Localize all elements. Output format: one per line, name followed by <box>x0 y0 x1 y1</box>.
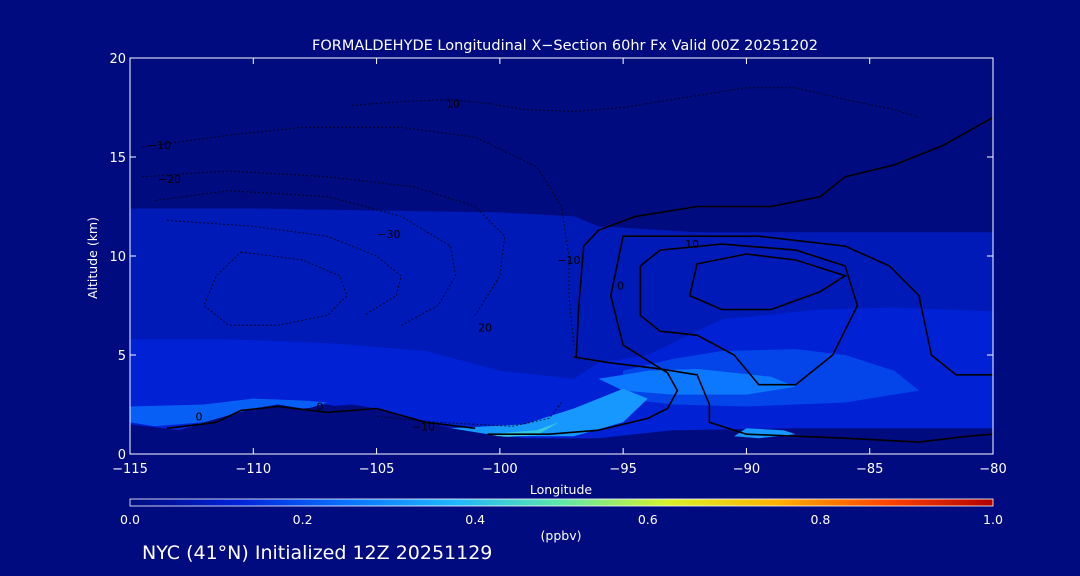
contour-label-5: 0 <box>617 280 624 293</box>
colorbar-tick-label: 0.0 <box>120 512 140 527</box>
x-tick-label: −100 <box>482 462 518 477</box>
contour-label-7: 20 <box>478 321 492 334</box>
x-tick-label: −85 <box>856 462 883 477</box>
x-tick-label: −105 <box>359 462 395 477</box>
colorbar-tick-label: 1.0 <box>983 512 1003 527</box>
footer-caption: NYC (41°N) Initialized 12Z 20251129 <box>142 542 493 564</box>
colorbar-label: (ppbv) <box>541 528 582 543</box>
concentration-field <box>130 208 993 439</box>
x-tick-label: −90 <box>733 462 760 477</box>
x-tick-label: −115 <box>112 462 148 477</box>
y-tick-label: 20 <box>109 52 126 67</box>
cross-section-chart: FORMALDEHYDE Longitudinal X−Section 60hr… <box>85 38 1007 543</box>
colorbar-tick-label: 0.8 <box>810 512 830 527</box>
contour-label-6: 10 <box>685 238 699 251</box>
y-tick-label: 5 <box>118 349 126 364</box>
colorbar-tick-label: 0.6 <box>638 512 658 527</box>
contour-label-3: −30 <box>377 228 400 241</box>
contour-label-4: −10 <box>557 254 580 267</box>
y-tick-label: 15 <box>109 151 126 166</box>
contour-label-8: 0 <box>196 410 203 423</box>
x-tick-label: −95 <box>609 462 636 477</box>
colorbar <box>129 498 994 507</box>
colorbar-tick-label: 0.4 <box>465 512 485 527</box>
x-tick-label: −80 <box>979 462 1006 477</box>
y-axis-label: Altitude (km) <box>85 217 100 299</box>
contour-label-1: −10 <box>148 139 171 152</box>
contour-label-9: 0 <box>316 400 323 413</box>
chart-title: FORMALDEHYDE Longitudinal X−Section 60hr… <box>312 38 818 54</box>
x-tick-label: −110 <box>235 462 271 477</box>
contour-line-8 <box>351 87 920 118</box>
colorbar-tick-label: 0.2 <box>293 512 313 527</box>
y-tick-label: 0 <box>118 448 126 463</box>
colorbar-ticks: 0.0 0.2 0.4 0.6 0.8 1.0 <box>120 512 1003 527</box>
y-tick-label: 10 <box>109 250 126 265</box>
contour-label-0: 10 <box>446 98 460 111</box>
x-axis-label: Longitude <box>530 482 592 497</box>
contour-label-10: −10 <box>412 420 435 433</box>
contour-label-2: −20 <box>158 173 181 186</box>
